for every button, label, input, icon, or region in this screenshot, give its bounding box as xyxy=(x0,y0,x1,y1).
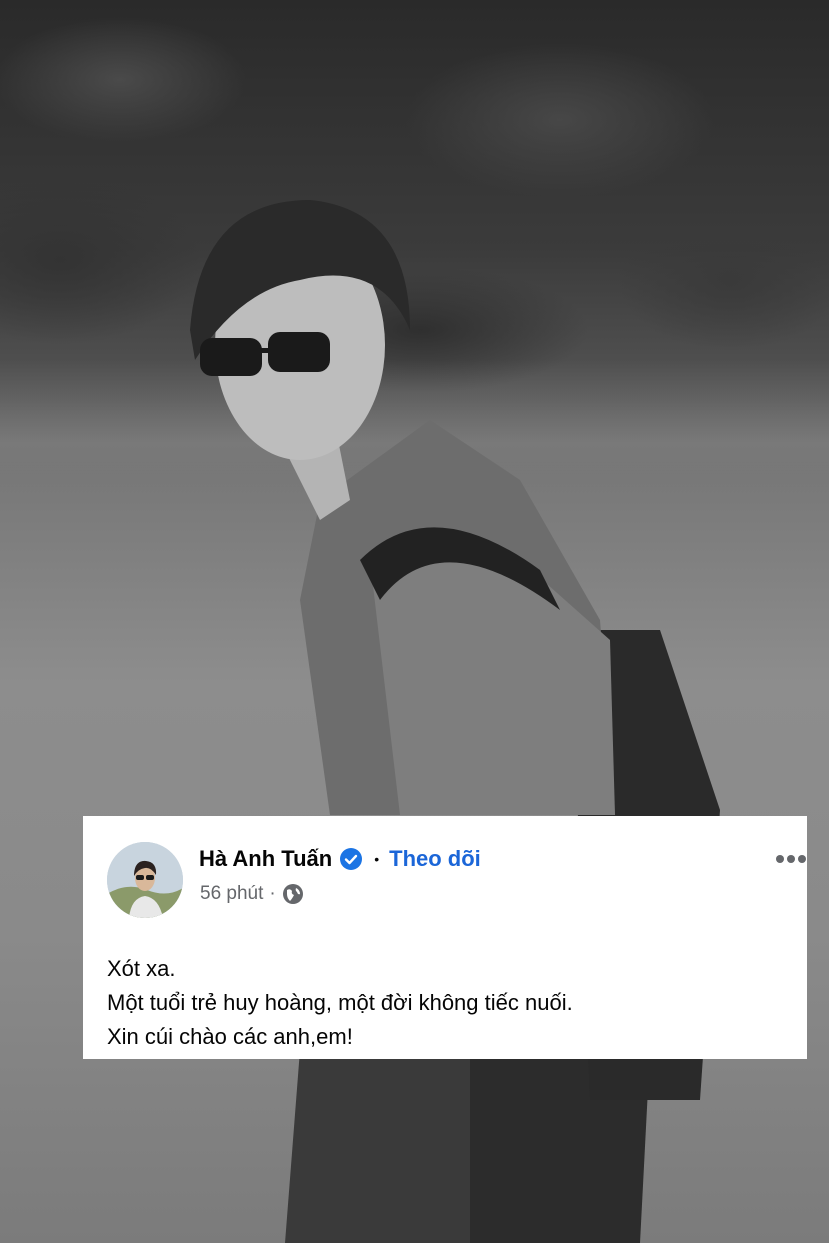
author-name[interactable]: Hà Anh Tuấn xyxy=(199,846,332,872)
post-text: Xót xa. Một tuổi trẻ huy hoàng, một đời … xyxy=(107,952,573,1054)
author-row: Hà Anh Tuấn • Theo dõi xyxy=(199,844,481,874)
globe-icon[interactable] xyxy=(282,883,304,905)
avatar-image xyxy=(107,842,183,918)
post-time[interactable]: 56 phút xyxy=(200,883,263,905)
post-meta: 56 phút · xyxy=(200,883,304,905)
separator-dot: • xyxy=(374,851,380,867)
post-line: Xin cúi chào các anh,em! xyxy=(107,1024,353,1049)
verified-badge-icon xyxy=(340,848,363,870)
more-options-icon[interactable] xyxy=(775,852,807,864)
post-line: Xót xa. xyxy=(107,956,176,981)
post-card: Hà Anh Tuấn • Theo dõi 56 phút · Xót xa.… xyxy=(83,816,807,1059)
meta-separator: · xyxy=(269,883,276,904)
post-line: Một tuổi trẻ huy hoàng, một đời không ti… xyxy=(107,990,573,1015)
avatar[interactable] xyxy=(107,842,183,918)
follow-button[interactable]: Theo dõi xyxy=(389,846,481,872)
